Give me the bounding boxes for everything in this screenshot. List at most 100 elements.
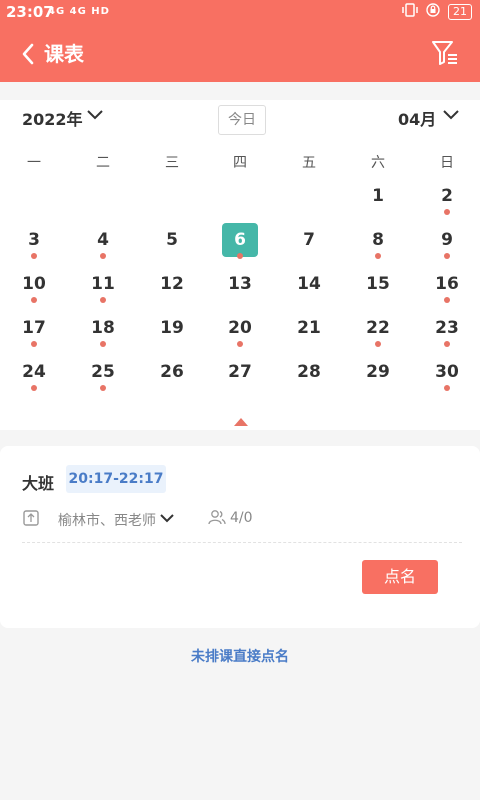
calendar-day[interactable]: 11 — [85, 267, 121, 303]
calendar-day[interactable]: 19 — [154, 311, 190, 347]
app-bar: 课表 — [0, 26, 480, 82]
event-dot — [375, 341, 381, 347]
lock-icon — [426, 3, 440, 21]
chevron-down-icon[interactable] — [86, 108, 104, 122]
calendar-day[interactable]: 29 — [360, 355, 396, 391]
day-number: 22 — [366, 318, 390, 338]
month-selector[interactable]: 04月 — [398, 106, 436, 130]
divider — [22, 542, 462, 543]
calendar-day[interactable]: 2 — [429, 179, 465, 215]
event-dot — [31, 385, 37, 391]
event-dot — [31, 297, 37, 303]
people-icon — [208, 510, 226, 525]
day-number: 10 — [22, 274, 46, 294]
calendar-day[interactable]: 18 — [85, 311, 121, 347]
day-number: 6 — [222, 223, 258, 257]
day-number: 15 — [366, 274, 390, 294]
day-number: 27 — [228, 362, 252, 382]
calendar-day[interactable]: 1 — [360, 179, 396, 215]
calendar-day[interactable]: 4 — [85, 223, 121, 259]
calendar-day[interactable]: 9 — [429, 223, 465, 259]
day-number: 30 — [435, 362, 459, 382]
weekday-label: 三 — [165, 155, 179, 171]
calendar-day[interactable]: 20 — [222, 311, 258, 347]
direct-rollcall-link[interactable]: 未排课直接点名 — [0, 646, 480, 666]
day-number: 25 — [91, 362, 115, 382]
day-number: 12 — [160, 274, 184, 294]
calendar-day[interactable]: 23 — [429, 311, 465, 347]
vibrate-icon — [402, 3, 418, 21]
location-icon — [23, 510, 39, 526]
weekday-label: 四 — [233, 155, 247, 171]
calendar-day[interactable]: 5 — [154, 223, 190, 259]
day-number: 18 — [91, 318, 115, 338]
calendar-day[interactable]: 16 — [429, 267, 465, 303]
day-number: 16 — [435, 274, 459, 294]
event-dot — [444, 385, 450, 391]
chevron-down-icon[interactable] — [160, 512, 174, 524]
signal-indicator: 4G 4G HD — [48, 6, 110, 17]
calendar-day[interactable]: 8 — [360, 223, 396, 259]
day-number: 4 — [97, 230, 109, 250]
class-time-badge: 20:17-22:17 — [66, 465, 166, 493]
event-dot — [100, 341, 106, 347]
day-number: 17 — [22, 318, 46, 338]
day-number: 28 — [297, 362, 321, 382]
calendar-day[interactable]: 28 — [291, 355, 327, 391]
calendar-day[interactable]: 3 — [16, 223, 52, 259]
day-number: 23 — [435, 318, 459, 338]
filter-icon[interactable] — [430, 38, 460, 68]
chevron-down-icon[interactable] — [442, 108, 460, 122]
day-number: 8 — [372, 230, 384, 250]
day-number: 26 — [160, 362, 184, 382]
day-number: 29 — [366, 362, 390, 382]
day-number: 3 — [28, 230, 40, 250]
calendar-day[interactable]: 22 — [360, 311, 396, 347]
calendar-day[interactable]: 24 — [16, 355, 52, 391]
day-number: 14 — [297, 274, 321, 294]
calendar-day[interactable]: 17 — [16, 311, 52, 347]
calendar-day[interactable]: 13 — [222, 267, 258, 303]
event-dot — [444, 209, 450, 215]
event-dot — [375, 253, 381, 259]
event-dot — [100, 253, 106, 259]
event-dot — [444, 341, 450, 347]
day-number: 9 — [441, 230, 453, 250]
event-dot — [31, 341, 37, 347]
event-dot — [100, 385, 106, 391]
status-bar: 23:07 4G 4G HD 21 — [0, 0, 480, 26]
status-time: 23:07 — [6, 3, 54, 21]
calendar-day[interactable]: 26 — [154, 355, 190, 391]
calendar-day[interactable]: 10 — [16, 267, 52, 303]
calendar-day[interactable]: 27 — [222, 355, 258, 391]
calendar: 2022年 今日 04月 一二三四五六日 1 2 3 4 5 6 7 8 9 10 11 12 13 14… — [0, 100, 480, 430]
year-selector[interactable]: 2022年 — [22, 106, 83, 130]
calendar-day[interactable]: 12 — [154, 267, 190, 303]
rollcall-button[interactable]: 点名 — [362, 560, 438, 594]
calendar-day[interactable]: 6 — [222, 223, 258, 259]
calendar-day[interactable]: 30 — [429, 355, 465, 391]
class-name: 大班 — [22, 474, 55, 493]
day-number: 11 — [91, 274, 115, 294]
event-dot — [237, 341, 243, 347]
class-card: 大班 20:17-22:17 榆林市、西老师 4/0 点名 — [0, 446, 480, 628]
calendar-day[interactable]: 14 — [291, 267, 327, 303]
weekday-label: 一 — [27, 155, 41, 171]
calendar-day[interactable]: 21 — [291, 311, 327, 347]
calendar-day[interactable]: 15 — [360, 267, 396, 303]
calendar-day[interactable]: 25 — [85, 355, 121, 391]
day-number: 21 — [297, 318, 321, 338]
day-number: 1 — [372, 186, 384, 206]
location-teacher: 榆林市、西老师 — [58, 513, 156, 529]
event-dot — [444, 297, 450, 303]
back-arrow-icon[interactable] — [16, 40, 44, 68]
today-button[interactable]: 今日 — [218, 105, 266, 135]
weekday-label: 日 — [440, 155, 454, 171]
collapse-triangle-icon[interactable] — [234, 418, 248, 426]
day-number: 2 — [441, 186, 453, 206]
event-dot — [31, 253, 37, 259]
weekday-header: 一二三四五六日 — [0, 152, 480, 172]
battery-indicator: 21 — [448, 4, 472, 20]
weekday-label: 五 — [302, 155, 316, 171]
calendar-day[interactable]: 7 — [291, 223, 327, 259]
